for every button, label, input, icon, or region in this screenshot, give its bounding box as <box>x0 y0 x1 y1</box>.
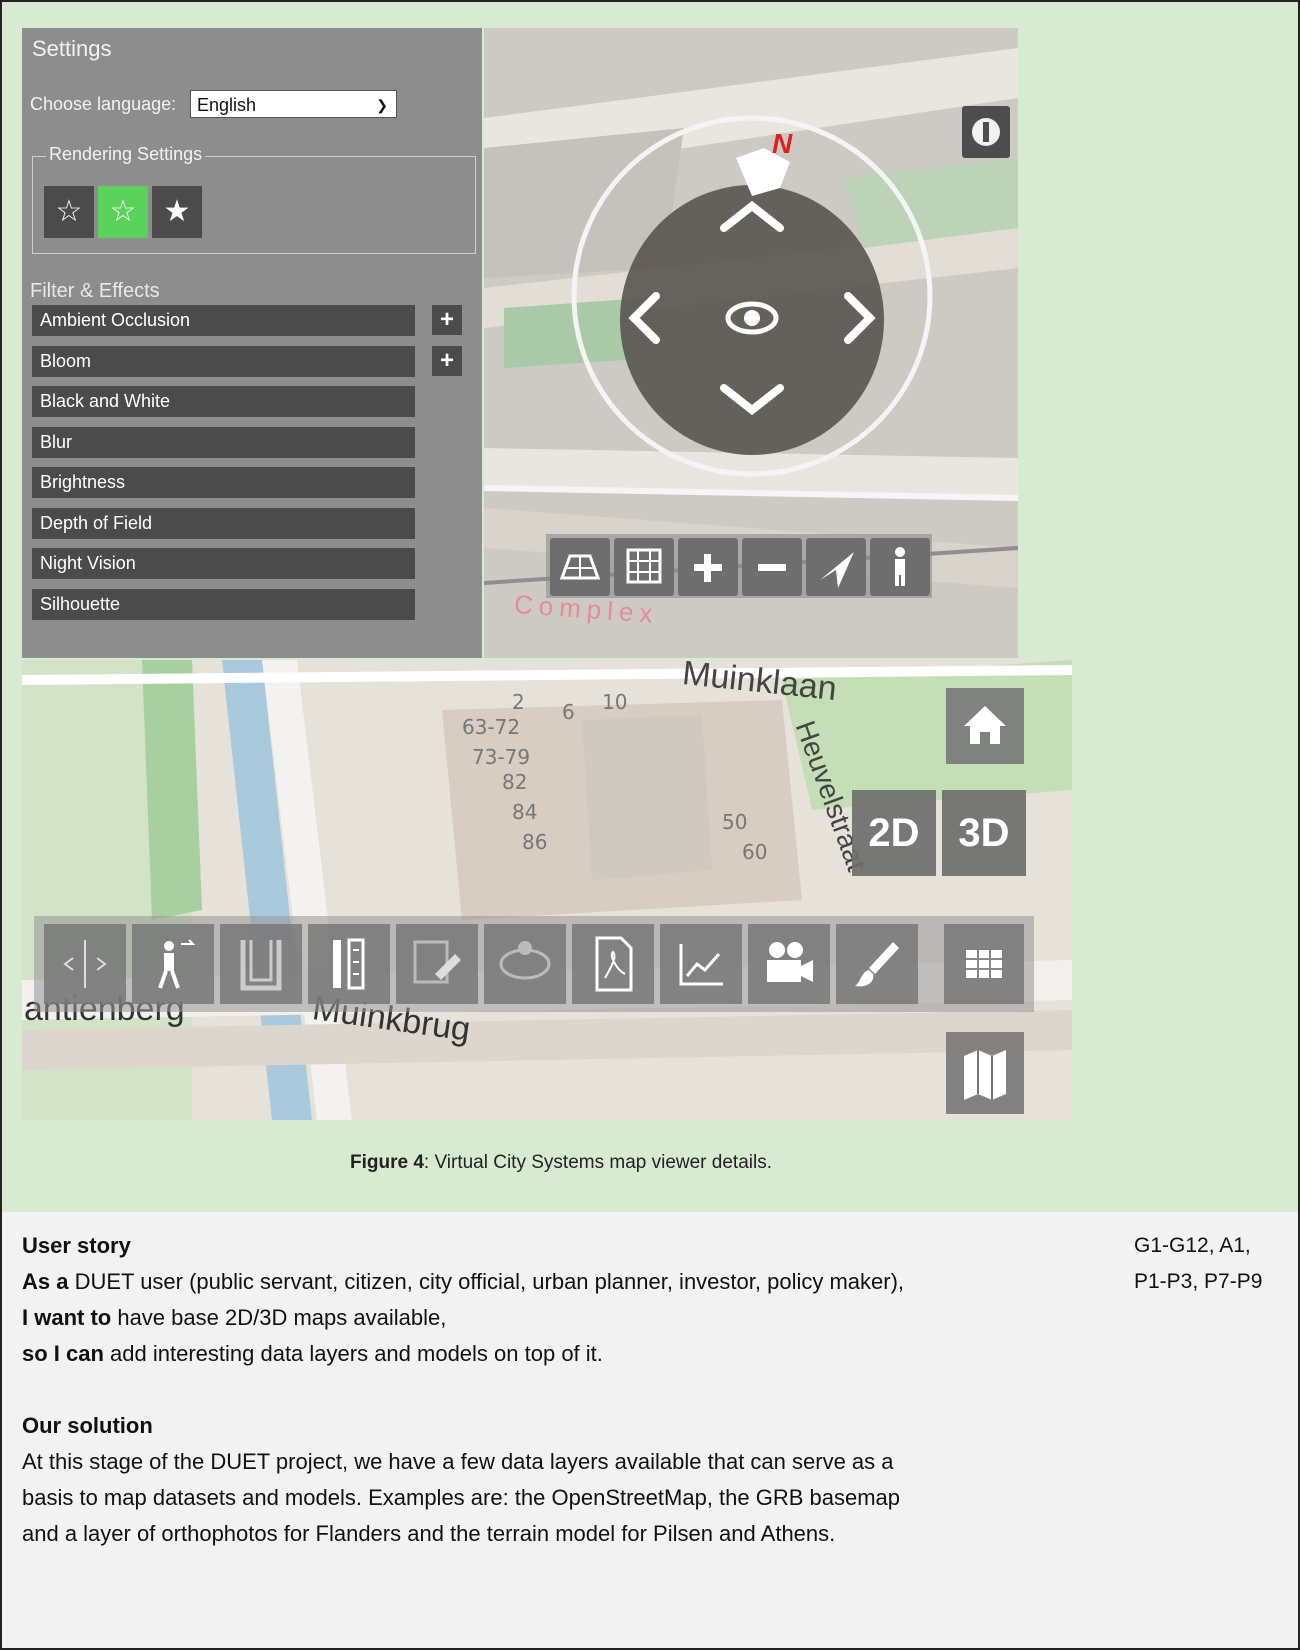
house-number: 60 <box>742 840 768 864</box>
drawing-tool-button[interactable] <box>396 924 478 1004</box>
quality-low-button[interactable]: ☆ <box>44 186 94 238</box>
house-number: 63-72 <box>462 715 521 739</box>
rendering-settings-legend: Rendering Settings <box>46 144 206 165</box>
measure-tool-button[interactable] <box>308 924 390 1004</box>
i-want-label: I want to <box>22 1305 112 1330</box>
filter-brightness[interactable]: Brightness <box>32 467 415 498</box>
pdf-icon <box>595 936 633 992</box>
language-label: Choose language: <box>30 94 177 114</box>
pdf-tool-button[interactable] <box>572 924 654 1004</box>
house-number: 73-79 <box>472 745 531 769</box>
outline-star-icon: ☆ <box>55 195 83 228</box>
camera-icon <box>767 942 813 982</box>
house-number: 2 <box>512 690 525 714</box>
half-star-icon: ☆ <box>109 195 137 228</box>
filter-ambient-occlusion[interactable]: Ambient Occlusion <box>32 305 415 336</box>
house-number: 50 <box>722 810 748 834</box>
filter-blur[interactable]: Blur <box>32 427 415 458</box>
basemap-button[interactable] <box>946 1032 1024 1114</box>
ambient-occlusion-plus-button[interactable]: + <box>432 305 462 335</box>
map-icon <box>964 1050 1006 1100</box>
map-3d-view[interactable]: N Complex <box>484 28 1018 658</box>
map-2d-background <box>22 660 1072 1120</box>
map-3d-background <box>484 28 1018 658</box>
filter-depth-of-field[interactable]: Depth of Field <box>32 508 415 539</box>
as-a-text: DUET user (public servant, citizen, city… <box>68 1269 905 1294</box>
house-number: 84 <box>512 800 538 824</box>
solution-line: At this stage of the DUET project, we ha… <box>22 1449 894 1474</box>
figure-caption-text: : Virtual City Systems map viewer detail… <box>423 1152 772 1173</box>
measure-icon <box>333 938 365 990</box>
filter-bloom[interactable]: Bloom <box>32 346 415 377</box>
settings-panel: Settings Choose language: English ❯ Rend… <box>22 28 482 658</box>
so-i-can-text: add interesting data layers and models o… <box>103 1341 603 1366</box>
house-number: 6 <box>562 700 575 724</box>
style-tool-button[interactable] <box>836 924 918 1004</box>
viewshed-tool-button[interactable] <box>484 924 566 1004</box>
chart-icon <box>679 944 723 986</box>
reference-line: P1-P3, P7-P9 <box>1134 1270 1263 1293</box>
map-2d-view[interactable]: Muinklaan Heuvelstraat antienberg Muinkb… <box>22 660 1072 1120</box>
language-select[interactable]: English ❯ <box>190 90 397 118</box>
compass-north-label[interactable]: N <box>772 128 792 160</box>
house-number: 82 <box>502 770 528 794</box>
user-story-text: User story As a DUET user (public servan… <box>22 1228 1112 1552</box>
filter-silhouette[interactable]: Silhouette <box>32 589 415 620</box>
view-2d-button[interactable]: 2D <box>852 790 936 876</box>
as-a-label: As a <box>22 1269 69 1294</box>
house-number: 10 <box>602 690 628 714</box>
solution-heading: Our solution <box>22 1413 153 1438</box>
home-button[interactable] <box>946 688 1024 764</box>
house-number: 86 <box>522 830 548 854</box>
filter-night-vision[interactable]: Night Vision <box>32 548 415 579</box>
cross-section-tool-button[interactable] <box>220 924 302 1004</box>
camera-tool-button[interactable] <box>748 924 830 1004</box>
figure-reference-cell <box>1120 0 1300 1214</box>
solution-line: and a layer of orthophotos for Flanders … <box>22 1521 836 1546</box>
chevron-down-icon: ❯ <box>376 97 388 113</box>
quality-high-button[interactable]: ★ <box>152 186 202 238</box>
walk-tool-button[interactable] <box>132 924 214 1004</box>
drawing-icon <box>413 940 461 984</box>
solid-star-icon: ★ <box>163 195 191 228</box>
home-icon <box>964 706 1006 744</box>
figure-caption-label: Figure 4 <box>349 1152 424 1173</box>
chart-tool-button[interactable] <box>660 924 742 1004</box>
cross-section-icon <box>240 940 282 991</box>
figure-caption: Figure 4: Virtual City Systems map viewe… <box>0 1152 1122 1174</box>
brush-icon <box>855 942 899 987</box>
walk-icon <box>158 939 196 989</box>
so-i-can-label: so I can <box>22 1341 104 1366</box>
swipe-tool-button[interactable] <box>44 924 126 1004</box>
settings-title: Settings <box>32 36 112 61</box>
reference-line: G1-G12, A1, <box>1134 1234 1251 1257</box>
more-tools-button[interactable] <box>944 924 1024 1004</box>
references-text: G1-G12, A1, P1-P3, P7-P9 <box>1134 1228 1294 1300</box>
view-3d-button[interactable]: 3D <box>942 790 1026 876</box>
language-value: English <box>197 95 257 115</box>
filters-label: Filter & Effects <box>30 280 160 302</box>
swipe-icon <box>63 940 107 988</box>
solution-line: basis to map datasets and models. Exampl… <box>22 1485 901 1510</box>
quality-medium-button[interactable]: ☆ <box>98 186 148 238</box>
filter-black-and-white[interactable]: Black and White <box>32 386 415 417</box>
grid-icon <box>966 950 1002 978</box>
user-story-heading: User story <box>22 1233 131 1258</box>
i-want-text: have base 2D/3D maps available, <box>111 1305 447 1330</box>
bloom-plus-button[interactable]: + <box>432 346 462 376</box>
viewshed-icon <box>499 941 551 980</box>
